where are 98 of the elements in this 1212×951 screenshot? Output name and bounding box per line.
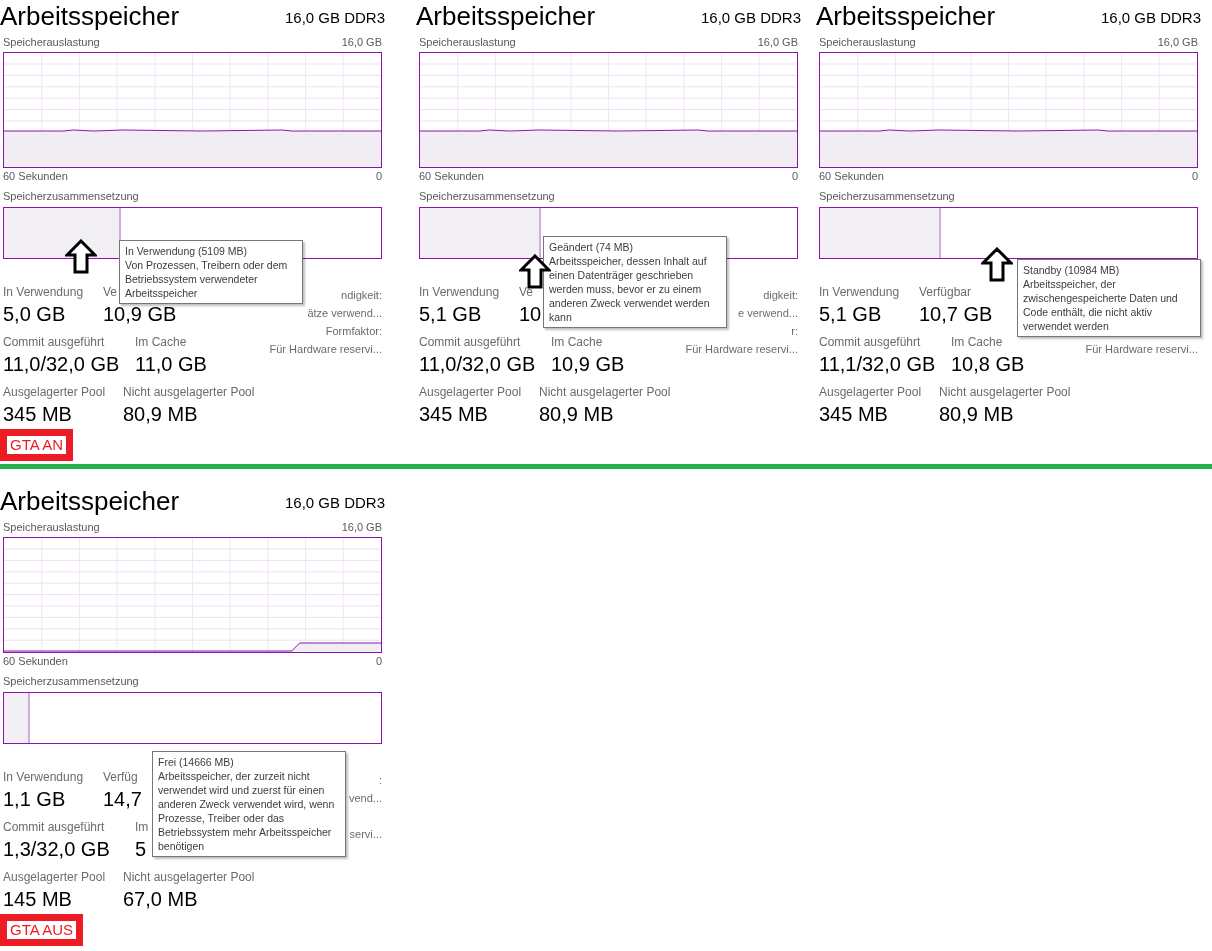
detail-label: servi... xyxy=(349,827,382,842)
stat-value: 11,1/32,0 GB xyxy=(819,352,936,376)
axis-label: 0 xyxy=(375,170,382,183)
tooltip-text: Von Prozessen, Treibern oder dem Betriebssystem verwendeter Arbeitsspeicher xyxy=(125,258,289,300)
stat-label: Nicht ausgelagerter Pool xyxy=(939,385,1071,399)
stat-label: Commit ausgeführt xyxy=(3,335,105,349)
section-title: Arbeitsspeicher xyxy=(816,1,996,31)
stat-value: 345 MB xyxy=(419,402,488,426)
stat-value: 145 MB xyxy=(3,887,72,911)
stat-value: 10,9 GB xyxy=(103,302,177,326)
stat-label: Nicht ausgelagerter Pool xyxy=(123,870,255,884)
stat-label: In Verwendung xyxy=(819,285,900,299)
stat-value: 80,9 MB xyxy=(939,402,1014,426)
axis-label: 60 Sekunden xyxy=(3,655,68,668)
stat-label: Ausgelagerter Pool xyxy=(419,385,522,399)
axis-label: 60 Sekunden xyxy=(419,170,484,183)
graph-max-label: 16,0 GB xyxy=(341,36,382,49)
stat-value: 5,1 GB xyxy=(819,302,882,326)
stat-label: Ausgelagerter Pool xyxy=(3,870,106,884)
stat-value: 5 xyxy=(135,837,147,861)
stat-label: Im Cache xyxy=(951,335,1003,349)
section-title: Arbeitsspeicher xyxy=(0,486,180,516)
stat-value: 80,9 MB xyxy=(539,402,614,426)
detail-label: ndigkeit: xyxy=(341,288,382,303)
tooltip-text: Arbeitsspeicher, der zwischengespeicherte Daten und Code enthält, die nicht aktiv verwendet werden xyxy=(1023,277,1179,333)
stat-value: 1,1 GB xyxy=(3,787,66,811)
stat-label: Nicht ausgelagerter Pool xyxy=(539,385,671,399)
stat-label: Ve xyxy=(519,285,533,299)
stat-label: Ausgelagerter Pool xyxy=(3,385,106,399)
tooltip-text: Arbeitsspeicher, der zurzeit nicht verwendet wird und zuerst für einen anderen Zweck verwendet wird, wenn Prozesse, Treiber oder das Betriebssystem mehr Arbeitsspeicher benötigen xyxy=(158,769,336,853)
axis-label: 60 Sekunden xyxy=(3,170,68,183)
chart-label: Speicherzusammensetzung xyxy=(2,190,140,203)
stat-value: 10,7 GB xyxy=(919,302,993,326)
memory-spec: 16,0 GB DDR3 xyxy=(700,9,801,27)
status-tag: GTA AN xyxy=(0,429,74,461)
axis-label: 0 xyxy=(375,655,382,668)
memory-spec: 16,0 GB DDR3 xyxy=(284,494,385,512)
detail-label: vend... xyxy=(348,791,382,806)
graph-label: Speicherauslastung xyxy=(819,36,916,49)
stat-value: 5,0 GB xyxy=(3,302,66,326)
stat-label: Im Cache xyxy=(135,335,187,349)
graph-max-label: 16,0 GB xyxy=(341,521,382,534)
stat-label: In Verwendung xyxy=(3,285,84,299)
stat-value: 345 MB xyxy=(3,402,72,426)
stat-value: 14,7 xyxy=(103,787,142,811)
stat-value: 80,9 MB xyxy=(123,402,198,426)
stat-label: Verfügbar xyxy=(919,285,972,299)
chart-label: Speicherzusammensetzung xyxy=(818,190,956,203)
chart-label: Speicherzusammensetzung xyxy=(418,190,556,203)
stat-label: Ve xyxy=(103,285,117,299)
stat-label: Commit ausgeführt xyxy=(419,335,521,349)
axis-label: 60 Sekunden xyxy=(819,170,884,183)
status-tag: GTA AUS xyxy=(0,914,84,946)
axis-label: 0 xyxy=(1191,170,1198,183)
stat-value: 11,0 GB xyxy=(135,352,207,376)
stat-label: Nicht ausgelagerter Pool xyxy=(123,385,255,399)
memory-spec: 16,0 GB DDR3 xyxy=(1100,9,1201,27)
stat-value: 5,1 GB xyxy=(419,302,482,326)
graph-label: Speicherauslastung xyxy=(419,36,516,49)
graph-label: Speicherauslastung xyxy=(3,521,100,534)
tooltip-title: Standby (10984 MB) xyxy=(1023,263,1121,277)
stat-label: Ausgelagerter Pool xyxy=(819,385,922,399)
stat-label: Im Cache xyxy=(551,335,603,349)
detail-label: : xyxy=(378,773,382,788)
graph-max-label: 16,0 GB xyxy=(757,36,798,49)
stat-label: Commit ausgeführt xyxy=(819,335,921,349)
stat-value: 67,0 MB xyxy=(123,887,198,911)
detail-label: r: xyxy=(791,324,798,339)
section-title: Arbeitsspeicher xyxy=(0,1,180,31)
stat-value: 1,3/32,0 GB xyxy=(3,837,110,861)
detail-label: Formfaktor: xyxy=(325,324,382,339)
stat-value: 10 xyxy=(519,302,542,326)
detail-label: Für Hardware reservi... xyxy=(685,342,798,357)
graph-label: Speicherauslastung xyxy=(3,36,100,49)
detail-label: ätze verwend... xyxy=(307,306,382,321)
stat-value: 10,9 GB xyxy=(551,352,625,376)
detail-label: e verwend... xyxy=(738,306,798,321)
axis-label: 0 xyxy=(791,170,798,183)
detail-label: digkeit: xyxy=(763,288,798,303)
tooltip-title: Geändert (74 MB) xyxy=(549,240,635,254)
tooltip-title: In Verwendung (5109 MB) xyxy=(125,244,248,258)
chart-label: Speicherzusammensetzung xyxy=(2,675,140,688)
stat-label: Im xyxy=(135,820,149,834)
stat-value: 345 MB xyxy=(819,402,888,426)
detail-label: Für Hardware reservi... xyxy=(269,342,382,357)
section-title: Arbeitsspeicher xyxy=(416,1,596,31)
stat-value: 10,8 GB xyxy=(951,352,1025,376)
memory-spec: 16,0 GB DDR3 xyxy=(284,9,385,27)
stat-label: Verfüg xyxy=(103,770,138,784)
tooltip-title: Frei (14666 MB) xyxy=(158,755,235,769)
detail-label: Für Hardware reservi... xyxy=(1085,342,1198,357)
stat-label: In Verwendung xyxy=(3,770,84,784)
stat-label: In Verwendung xyxy=(419,285,500,299)
stat-label: Commit ausgeführt xyxy=(3,820,105,834)
graph-max-label: 16,0 GB xyxy=(1157,36,1198,49)
stat-value: 11,0/32,0 GB xyxy=(419,352,536,376)
stat-value: 11,0/32,0 GB xyxy=(3,352,120,376)
tooltip-text: Arbeitsspeicher, dessen Inhalt auf einen Datenträger geschrieben werden muss, bevor er zu einem anderen Zweck verwendet werden kann xyxy=(549,254,711,324)
